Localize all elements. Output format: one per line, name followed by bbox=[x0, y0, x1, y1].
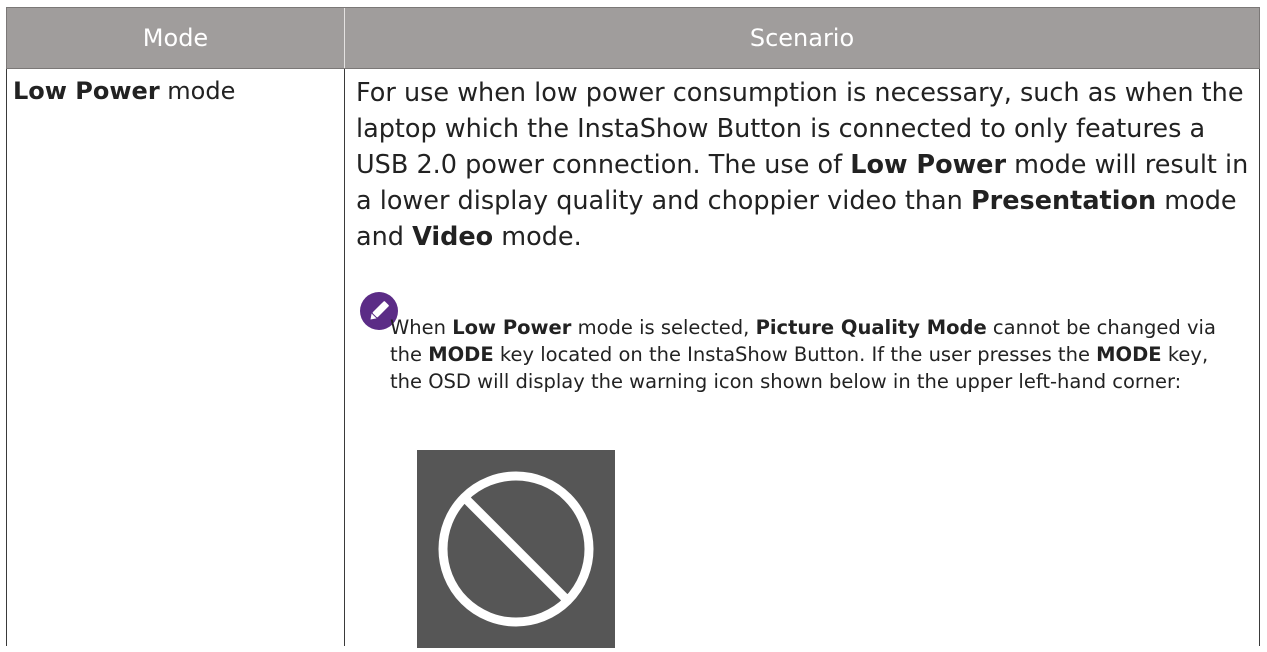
note-text-part: When bbox=[390, 316, 453, 339]
note-text-part: key located on the InstaShow Button. If … bbox=[493, 343, 1097, 366]
header-mode: Mode bbox=[7, 8, 345, 68]
scenario-bold-video: Video bbox=[412, 222, 494, 252]
note-text-part: mode is selected, bbox=[571, 316, 756, 339]
mode-name-bold: Low Power bbox=[13, 77, 160, 105]
note-bold-mode-key: MODE bbox=[428, 343, 494, 366]
mode-cell: Low Power mode bbox=[13, 73, 235, 109]
table-border-left bbox=[6, 69, 7, 646]
scenario-bold-low-power: Low Power bbox=[850, 150, 1007, 180]
scenario-bold-presentation: Presentation bbox=[970, 186, 1157, 216]
table-column-divider bbox=[344, 69, 345, 646]
note-text: When Low Power mode is selected, Picture… bbox=[390, 314, 1220, 395]
note-bold-low-power: Low Power bbox=[452, 316, 572, 339]
prohibited-warning-icon bbox=[417, 450, 615, 648]
table-header: Mode Scenario bbox=[6, 7, 1260, 69]
table-border-right bbox=[1259, 69, 1260, 646]
mode-table: Mode Scenario Low Power mode For use whe… bbox=[6, 7, 1260, 648]
header-scenario: Scenario bbox=[749, 24, 855, 52]
scenario-text: For use when low power consumption is ne… bbox=[356, 75, 1256, 255]
mode-name-suffix: mode bbox=[159, 77, 236, 105]
scenario-text-part: mode. bbox=[493, 222, 582, 252]
note-bold-picture-quality-mode: Picture Quality Mode bbox=[755, 316, 987, 339]
note-bold-mode-key: MODE bbox=[1096, 343, 1162, 366]
